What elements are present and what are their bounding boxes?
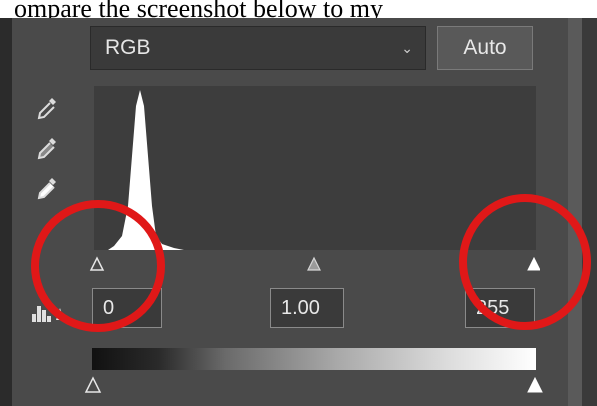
histogram-icon xyxy=(32,306,64,322)
output-levels-gradient xyxy=(92,348,536,370)
channel-select[interactable]: RGB ⌄ xyxy=(90,26,426,70)
black-point-handle xyxy=(89,256,105,271)
midtone-handle xyxy=(307,256,321,271)
chevron-down-icon: ⌄ xyxy=(401,40,413,56)
eyedropper-black-icon[interactable] xyxy=(36,96,58,124)
panel-scrollbar[interactable] xyxy=(568,18,582,406)
white-point-input[interactable]: 255 xyxy=(465,288,535,328)
black-point-input[interactable]: 0 xyxy=(92,288,162,328)
histogram-graph xyxy=(108,90,184,250)
histogram xyxy=(94,86,536,250)
eyedropper-gray-icon[interactable] xyxy=(36,136,58,164)
eyedropper-white-icon[interactable] xyxy=(36,176,58,204)
channel-select-value: RGB xyxy=(105,36,151,59)
window-edge xyxy=(582,18,597,406)
input-levels-slider[interactable] xyxy=(86,252,540,274)
white-point-handle xyxy=(527,256,540,271)
output-levels-slider[interactable] xyxy=(82,372,544,396)
gamma-input[interactable]: 1.00 xyxy=(270,288,344,328)
output-black-handle xyxy=(84,376,102,393)
page-caption: ompare the screenshot below to my xyxy=(0,0,597,18)
auto-button[interactable]: Auto xyxy=(437,26,533,70)
output-white-handle xyxy=(527,376,543,393)
